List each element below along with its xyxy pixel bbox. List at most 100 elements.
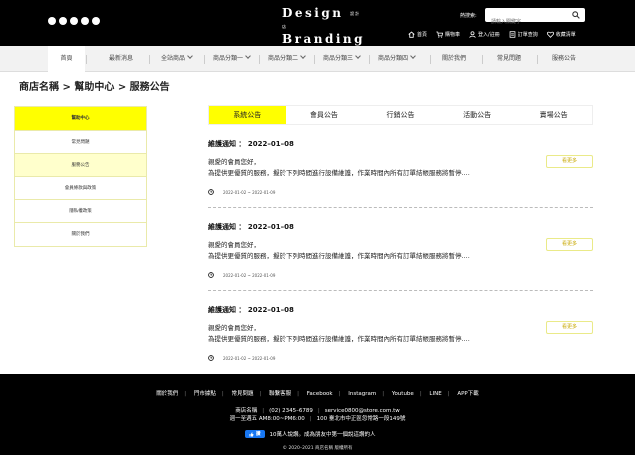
footer-link[interactable]: APP下載	[451, 391, 484, 397]
nav-divider	[482, 55, 483, 64]
logo[interactable]: Design 設計店 Branding COMPANY	[282, 6, 363, 52]
nav-item-label: 商品分類一	[213, 55, 244, 62]
footer-info: 商店名稱 | (02) 2345–6789 | service0800@store.co…	[0, 407, 635, 423]
hot-search-label: 熱搜索:	[460, 13, 477, 19]
divider: |	[262, 408, 265, 414]
messenger-icon[interactable]	[92, 17, 100, 25]
divider: |	[338, 391, 341, 397]
chevron-down-icon	[355, 53, 361, 59]
announcement-time-text: 2022-01-02 ~ 2022-01-09	[223, 272, 276, 278]
order-link-label: 訂單查詢	[517, 32, 538, 38]
instagram-icon[interactable]	[59, 17, 67, 25]
home-link-label: 首頁	[417, 32, 428, 38]
divider: |	[184, 391, 187, 397]
announcement-time-text: 2022-01-02 ~ 2022-01-09	[223, 189, 276, 195]
clock-icon	[208, 272, 214, 278]
nav-item-category-4[interactable]: 商品分類四	[378, 46, 416, 72]
wishlist-link[interactable]: 收藏清單	[546, 31, 576, 38]
nav-item-label: 首頁	[60, 55, 73, 62]
announcement-line: 親愛的會員您好，	[208, 324, 260, 332]
nav-item-about[interactable]: 關於我們	[442, 46, 466, 72]
divider: |	[309, 416, 312, 422]
nav-item-home[interactable]: 首頁	[48, 46, 85, 72]
announcement-line: 為提供更優質的服務，擬於下列時間進行設備維護，作業時間內所有訂單結帳服務將暫停.…	[208, 252, 470, 260]
nav-divider	[537, 55, 538, 64]
chevron-down-icon	[245, 53, 251, 59]
footer-email[interactable]: service0800@store.com.tw	[325, 408, 400, 414]
nav-item-label: 常見問題	[497, 55, 522, 62]
announcement-body: 親愛的會員您好， 為提供更優質的服務，擬於下列時間進行設備維護，作業時間內所有訂…	[208, 157, 593, 179]
wishlist-link-label: 收藏清單	[555, 32, 576, 38]
tab-system[interactable]: 系統公告	[209, 106, 286, 124]
clock-icon	[208, 189, 214, 195]
sidebar-item-help-center[interactable]: 幫助中心	[15, 107, 146, 131]
nav-divider	[86, 55, 87, 64]
announcement-item: 維護通知 ： 2022–01–08 親愛的會員您好， 為提供更優質的服務，擬於下…	[208, 305, 593, 361]
announcement-body: 親愛的會員您好， 為提供更優質的服務，擬於下列時間進行設備維護，作業時間內所有訂…	[208, 323, 593, 345]
cart-link[interactable]: 購物車	[436, 31, 460, 38]
sidebar-item-privacy[interactable]: 隱私權政策	[15, 200, 146, 223]
clock-icon	[208, 355, 214, 361]
footer-link[interactable]: 關於我們	[150, 391, 184, 397]
see-more-button[interactable]: 看更多	[546, 321, 593, 334]
footer-link[interactable]: Instagram	[342, 391, 382, 397]
main-nav: 首頁 最新消息 全站商品 商品分類一 商品分類二 商品分類三 商品分類四 關於我…	[0, 46, 635, 72]
footer-link[interactable]: LINE	[423, 391, 447, 397]
nav-divider	[430, 55, 431, 64]
nav-item-announcements[interactable]: 服務公告	[552, 46, 576, 72]
nav-divider	[259, 55, 260, 64]
top-header: Design 設計店 Branding COMPANY 熱搜索: 首頁 購物車 …	[0, 0, 635, 51]
nav-divider	[369, 55, 370, 64]
user-icon	[469, 31, 476, 38]
search-icon[interactable]	[572, 11, 580, 19]
tab-market[interactable]: 賣場公告	[515, 106, 592, 124]
nav-item-faq[interactable]: 常見問題	[497, 46, 521, 72]
footer-link[interactable]: Facebook	[301, 391, 339, 397]
order-link[interactable]: 訂單查詢	[509, 31, 538, 38]
sidebar-item-about[interactable]: 關於我們	[15, 223, 146, 246]
login-link[interactable]: 登入/註冊	[469, 31, 500, 38]
announcement-line: 親愛的會員您好，	[208, 241, 260, 249]
nav-item-category-3[interactable]: 商品分類三	[323, 46, 361, 72]
sidebar-item-member-terms[interactable]: 會員條款與政策	[15, 177, 146, 200]
nav-item-label: 全站商品	[161, 55, 186, 62]
line-icon[interactable]	[81, 17, 89, 25]
heart-icon	[546, 31, 554, 38]
logo-line1: Design	[282, 6, 344, 20]
nav-item-category-2[interactable]: 商品分類二	[268, 46, 306, 72]
facebook-icon[interactable]	[48, 17, 56, 25]
announcement-body: 親愛的會員您好， 為提供更優質的服務，擬於下列時間進行設備維護，作業時間內所有訂…	[208, 240, 593, 262]
nav-item-all-products[interactable]: 全站商品	[161, 46, 193, 72]
announcement-title: 維護通知 ： 2022–01–08	[208, 140, 294, 148]
footer-links: 關於我們 | 門市據點 | 常見問題 | 聯繫客服 | Facebook | Instag…	[0, 389, 635, 397]
announcement-time: 2022-01-02 ~ 2022-01-09	[208, 189, 275, 195]
tab-member[interactable]: 會員公告	[286, 106, 363, 124]
footer-link[interactable]: Youtube	[386, 391, 420, 397]
order-icon	[509, 31, 516, 38]
see-more-button[interactable]: 看更多	[546, 155, 593, 168]
footer-link[interactable]: 門市據點	[188, 391, 222, 397]
footer-link[interactable]: 聯繫客服	[263, 391, 297, 397]
nav-item-label: 最新消息	[109, 55, 134, 62]
facebook-like-button[interactable]: 讚	[245, 430, 265, 438]
nav-item-news[interactable]: 最新消息	[109, 46, 133, 72]
nav-item-category-1[interactable]: 商品分類一	[213, 46, 251, 72]
breadcrumb: 商店名稱 > 幫助中心 > 服務公告	[19, 82, 170, 93]
footer-link[interactable]: 常見問題	[226, 391, 260, 397]
home-icon	[408, 31, 415, 38]
home-link[interactable]: 首頁	[408, 31, 427, 38]
tab-marketing[interactable]: 行銷公告	[362, 106, 439, 124]
announcement-line: 為提供更優質的服務，擬於下列時間進行設備維護，作業時間內所有訂單結帳服務將暫停.…	[208, 335, 470, 343]
announcement-tabs: 系統公告 會員公告 行銷公告 活動公告 賣場公告	[208, 105, 593, 125]
announcement-time-text: 2022-01-02 ~ 2022-01-09	[223, 355, 276, 361]
tab-event[interactable]: 活動公告	[439, 106, 516, 124]
sidebar-item-announcements[interactable]: 服務公告	[15, 154, 146, 177]
see-more-button[interactable]: 看更多	[546, 238, 593, 251]
search-input[interactable]	[485, 15, 567, 29]
nav-divider	[204, 55, 205, 64]
divider: |	[447, 391, 450, 397]
sidebar-item-faq[interactable]: 常見問題	[15, 131, 146, 154]
chevron-down-icon	[187, 53, 193, 59]
youtube-icon[interactable]	[70, 17, 78, 25]
nav-item-label: 商品分類四	[378, 55, 409, 62]
